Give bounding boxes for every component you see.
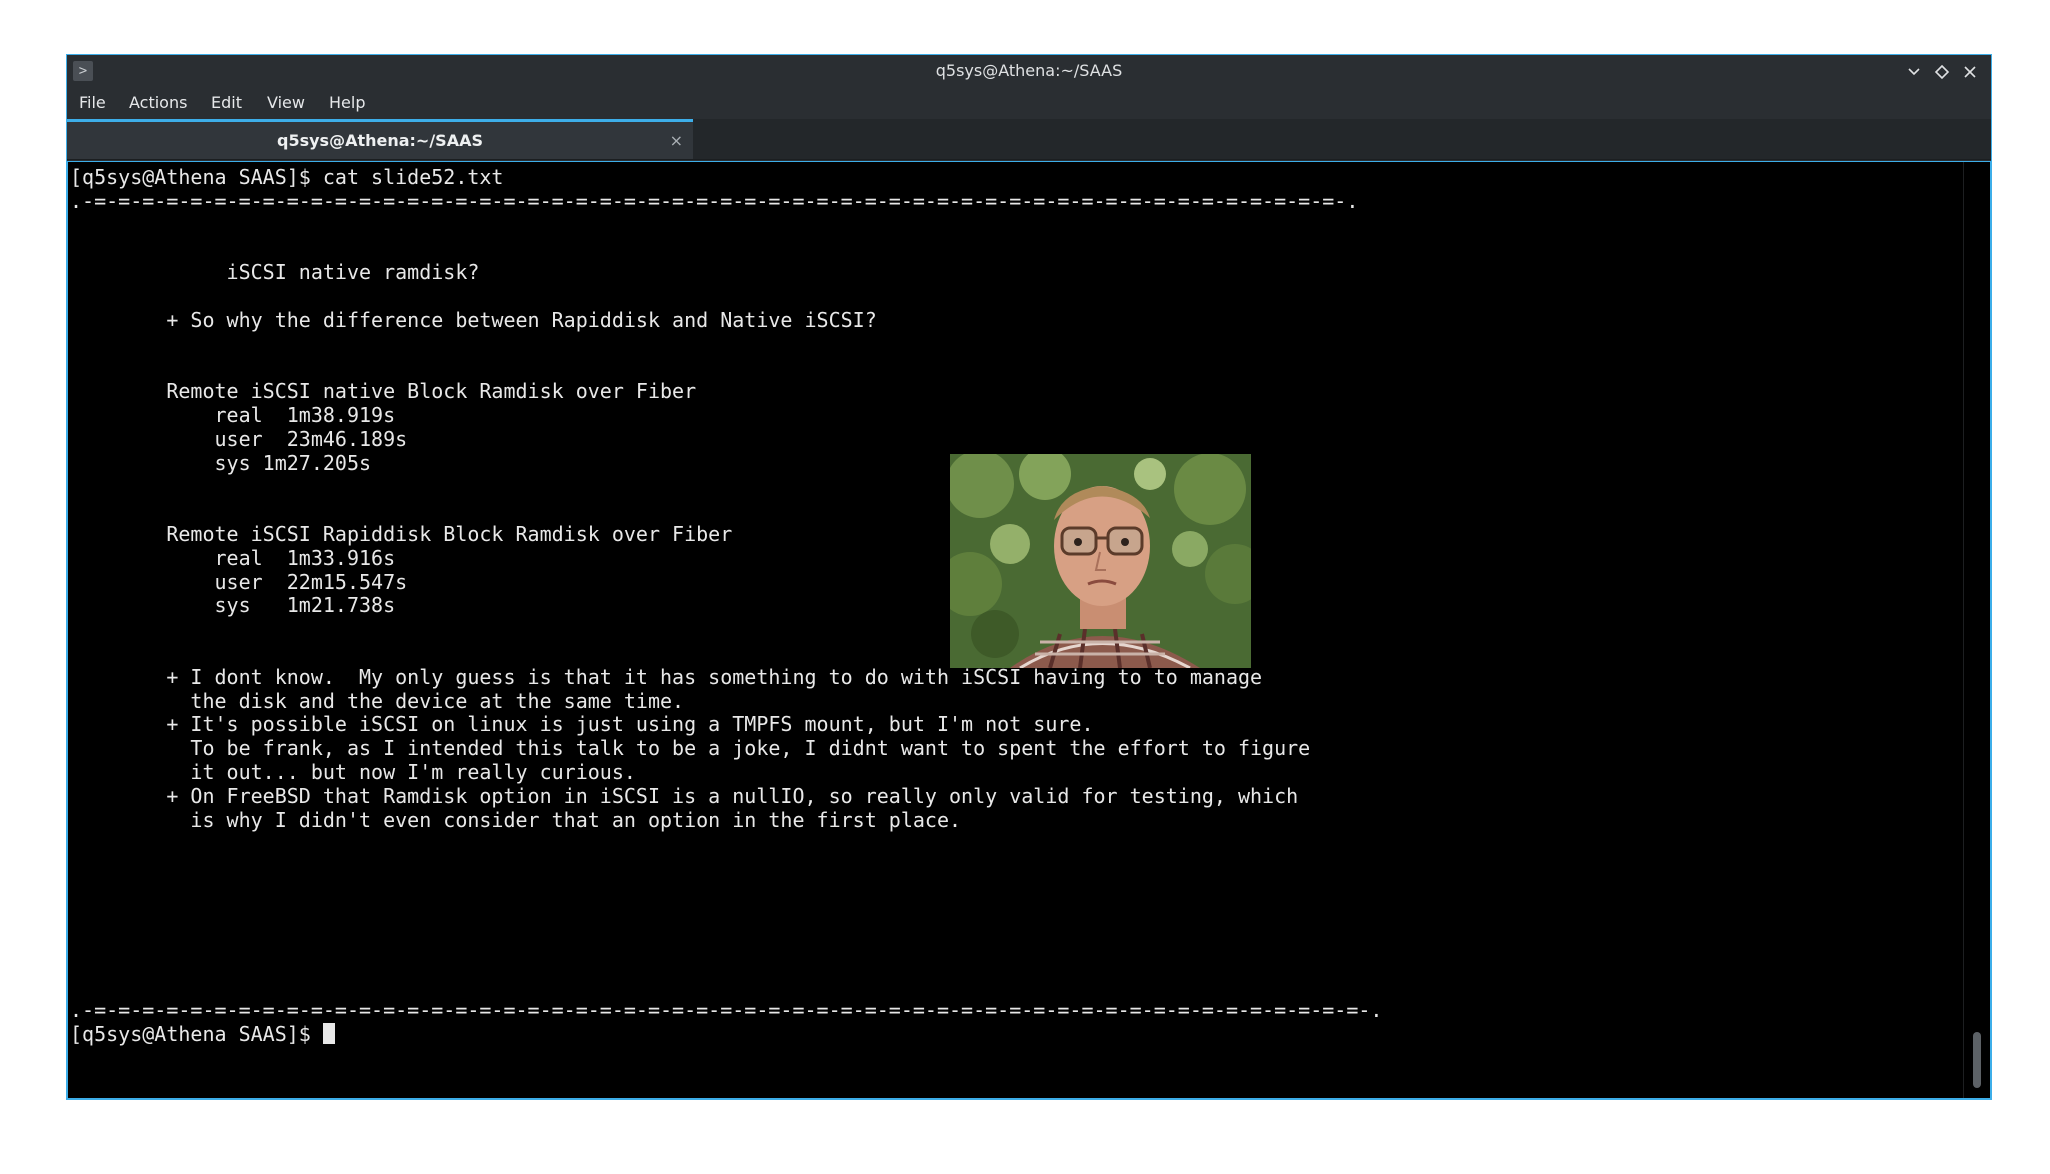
- terminal-line: + On FreeBSD that Ramdisk option in iSCS…: [166, 783, 1299, 808]
- terminal-line: .-=-=-=-=-=-=-=-=-=-=-=-=-=-=-=-=-=-=-=-…: [70, 188, 1359, 213]
- maximize-icon[interactable]: [1931, 61, 1953, 83]
- tab-close-icon[interactable]: ×: [670, 122, 683, 159]
- tab-session[interactable]: q5sys@Athena:~/SAAS ×: [67, 119, 693, 159]
- menu-edit[interactable]: Edit: [211, 87, 242, 119]
- terminal-line: user 23m46.189s: [214, 426, 408, 451]
- menu-view[interactable]: View: [267, 87, 305, 119]
- window-title: q5sys@Athena:~/SAAS: [935, 61, 1123, 80]
- menu-actions[interactable]: Actions: [129, 87, 187, 119]
- terminal-scrollbar[interactable]: [1963, 162, 1990, 1098]
- terminal-line: it out... but now I'm really curious.: [190, 759, 636, 784]
- close-icon[interactable]: [1959, 61, 1981, 83]
- menu-bar: File Actions Edit View Help: [67, 87, 1991, 119]
- minimize-icon[interactable]: [1903, 61, 1925, 83]
- tab-bar: q5sys@Athena:~/SAAS ×: [67, 119, 1991, 160]
- shell-prompt: [q5sys@Athena SAAS]$: [70, 1021, 323, 1046]
- title-bar[interactable]: > q5sys@Athena:~/SAAS: [67, 55, 1991, 87]
- terminal-line: + So why the difference between Rapiddis…: [166, 307, 877, 332]
- terminal-output[interactable]: [q5sys@Athena SAAS]$ cat slide52.txt .-=…: [67, 161, 1991, 1099]
- scrollbar-thumb[interactable]: [1973, 1032, 1981, 1088]
- terminal-line: + I dont know. My only guess is that it …: [166, 664, 1263, 689]
- terminal-line: To be frank, as I intended this talk to …: [190, 736, 1311, 761]
- terminal-line: .-=-=-=-=-=-=-=-=-=-=-=-=-=-=-=-=-=-=-=-…: [70, 997, 1383, 1022]
- terminal-line: [q5sys@Athena SAAS]$ cat slide52.txt: [70, 165, 504, 189]
- tab-label: q5sys@Athena:~/SAAS: [277, 131, 483, 150]
- terminal-line: real 1m38.919s: [214, 402, 396, 427]
- terminal-line: sys 1m21.738s: [214, 593, 396, 618]
- portrait-photo: [950, 454, 1251, 668]
- terminal-line: real 1m33.916s: [214, 545, 396, 570]
- terminal-line: the disk and the device at the same time…: [190, 688, 685, 713]
- menu-file[interactable]: File: [79, 87, 106, 119]
- text-cursor: [322, 1022, 335, 1044]
- menu-help[interactable]: Help: [329, 87, 365, 119]
- terminal-line: iSCSI native ramdisk?: [226, 260, 480, 285]
- terminal-window: > q5sys@Athena:~/SAAS File Actions Edit …: [66, 54, 1992, 1100]
- terminal-line: Remote iSCSI native Block Ramdisk over F…: [166, 379, 697, 404]
- terminal-line: sys 1m27.205s: [214, 450, 372, 475]
- terminal-line: is why I didn't even consider that an op…: [190, 807, 962, 832]
- terminal-line: Remote iSCSI Rapiddisk Block Ramdisk ove…: [166, 521, 733, 546]
- terminal-line: user 22m15.547s: [214, 569, 408, 594]
- terminal-line: + It's possible iSCSI on linux is just u…: [166, 712, 1094, 737]
